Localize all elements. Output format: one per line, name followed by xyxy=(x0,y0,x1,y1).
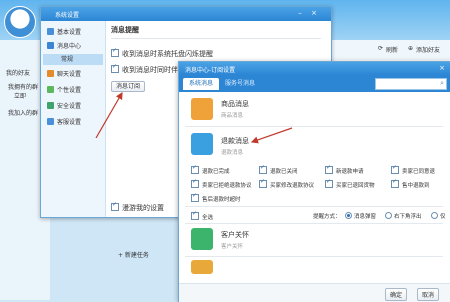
refund-option[interactable]: 售中退款到 xyxy=(391,178,430,189)
refund-option-checkbox[interactable] xyxy=(191,178,199,188)
refund-option[interactable]: 卖家已拒绝退款协议 xyxy=(191,178,252,189)
remind-popup-option[interactable]: 消息弹窗 xyxy=(345,212,376,220)
new-task-button[interactable]: + 新建任务 xyxy=(118,250,149,259)
remind-popup-radio[interactable] xyxy=(345,212,352,219)
cancel-button[interactable]: 取消 xyxy=(417,288,440,301)
nav-service-settings[interactable]: 客服设置 xyxy=(47,117,103,128)
avatar[interactable] xyxy=(4,6,36,38)
refund-option-checkbox[interactable] xyxy=(325,178,333,188)
refund-option[interactable]: 买家修改退款协议 xyxy=(259,178,314,189)
service-icon xyxy=(47,118,54,125)
refund-option[interactable]: 售后退款时超时 xyxy=(191,192,241,203)
nav-basic-settings[interactable]: 基本设置 xyxy=(47,27,103,38)
select-all-checkbox[interactable] xyxy=(191,210,199,220)
next-category-icon xyxy=(191,260,213,274)
owned-groups-item[interactable]: 我拥有的群 xyxy=(8,82,38,91)
dialog-titlebar: 消息中心-订阅设置 × xyxy=(179,62,450,75)
search-input[interactable]: ⌕ xyxy=(375,78,447,90)
divider xyxy=(185,256,443,257)
refund-option-checkbox[interactable] xyxy=(191,164,199,174)
refund-option[interactable]: 买家已退回货物 xyxy=(325,178,375,189)
nav-personal-settings[interactable]: 个性设置 xyxy=(47,85,103,96)
chat-settings-icon xyxy=(47,70,54,77)
customer-care-icon xyxy=(191,228,213,250)
nav-security-settings[interactable]: 安全设置 xyxy=(47,101,103,112)
section-title: 消息提醒 xyxy=(111,26,139,34)
my-friends-item[interactable]: 我的好友 xyxy=(6,68,30,77)
refund-message-icon xyxy=(191,133,213,155)
customer-care-sub: 客户关怀 xyxy=(221,244,244,250)
basic-settings-icon xyxy=(47,28,54,35)
remind-corner-option[interactable]: 右下角浮出 xyxy=(385,212,422,220)
refund-option[interactable]: 卖家已同意退 xyxy=(391,164,435,175)
subscribe-button[interactable]: 消息订阅 xyxy=(111,81,146,92)
instant-item[interactable]: 立即 xyxy=(14,91,26,100)
remind-only-option[interactable]: 仅 xyxy=(431,212,446,220)
dialog-titlebar: 系统设置 – × xyxy=(41,7,331,21)
refresh-button[interactable]: 刷新 xyxy=(386,45,398,54)
refund-option-checkbox[interactable] xyxy=(259,164,267,174)
roam-settings-checkbox[interactable] xyxy=(111,201,119,211)
settings-nav: 基本设置 消息中心 常规 聊天设置 个性设置 安全设置 客服设置 xyxy=(41,21,106,217)
remind-only-radio[interactable] xyxy=(431,212,438,219)
goods-message-sub: 商品消息 xyxy=(221,113,244,119)
shield-icon xyxy=(47,102,54,109)
tray-flash-checkbox[interactable] xyxy=(111,47,119,57)
dialog-footer: 确定 取消 xyxy=(179,283,450,302)
refund-option[interactable]: 退款已关闭 xyxy=(259,164,298,175)
refund-option-checkbox[interactable] xyxy=(391,178,399,188)
joined-groups-item[interactable]: 我加入的群 xyxy=(8,108,38,117)
ok-button[interactable]: 确定 xyxy=(385,288,408,301)
sound-checkbox[interactable] xyxy=(111,63,119,73)
refund-option-checkbox[interactable] xyxy=(391,164,399,174)
tray-flash-option[interactable]: 收到消息时系统托盘闪烁提醒 xyxy=(111,47,326,59)
dialog-title: 系统设置 xyxy=(55,12,80,19)
refund-option-checkbox[interactable] xyxy=(191,192,199,202)
refund-option-checkbox[interactable] xyxy=(259,178,267,188)
nav-message-center[interactable]: 消息中心 xyxy=(47,41,103,52)
goods-message-icon xyxy=(191,98,213,120)
add-icon[interactable]: ⊕ xyxy=(408,45,413,52)
divider xyxy=(185,206,443,207)
divider xyxy=(185,126,443,127)
refund-message-title[interactable]: 退款消息 xyxy=(221,136,249,146)
goods-message-title[interactable]: 商品消息 xyxy=(221,99,249,109)
message-center-icon xyxy=(47,42,54,49)
remind-corner-radio[interactable] xyxy=(385,212,392,219)
close-icon[interactable]: × xyxy=(437,63,447,73)
refund-option-checkbox[interactable] xyxy=(325,164,333,174)
divider xyxy=(185,223,443,224)
customer-care-title[interactable]: 客户关怀 xyxy=(221,230,249,240)
refund-option[interactable]: 退款已完成 xyxy=(191,164,230,175)
nav-chat-settings[interactable]: 聊天设置 xyxy=(47,69,103,80)
tab-service-messages[interactable]: 服务号消息 xyxy=(219,78,261,90)
section-divider xyxy=(111,38,321,39)
add-friend-button[interactable]: 添加好友 xyxy=(416,45,440,54)
personal-settings-icon xyxy=(47,86,54,93)
app-toolbar: ⟳ 刷新 ⊕ 添加好友 xyxy=(330,40,450,60)
minimize-icon[interactable]: – xyxy=(295,8,305,18)
tab-system-messages[interactable]: 系统消息 xyxy=(183,78,220,90)
refresh-icon[interactable]: ⟳ xyxy=(378,45,383,52)
roam-settings-option[interactable]: 漫游我的设置 xyxy=(111,201,164,213)
dialog-title: 消息中心-订阅设置 xyxy=(185,67,236,74)
search-icon[interactable]: ⌕ xyxy=(440,79,444,88)
refund-option[interactable]: 新退款申请 xyxy=(325,164,364,175)
select-all-option[interactable]: 全选 xyxy=(191,210,213,221)
refund-message-sub: 退款消息 xyxy=(221,150,244,156)
close-icon[interactable]: × xyxy=(309,8,319,18)
nav-general[interactable]: 常规 xyxy=(43,54,103,65)
remind-label: 提醒方式： xyxy=(313,214,341,220)
subscription-settings-dialog: 消息中心-订阅设置 × 系统消息 服务号消息 ⌕ 商品消息 商品消息 退款消息 … xyxy=(178,61,450,302)
